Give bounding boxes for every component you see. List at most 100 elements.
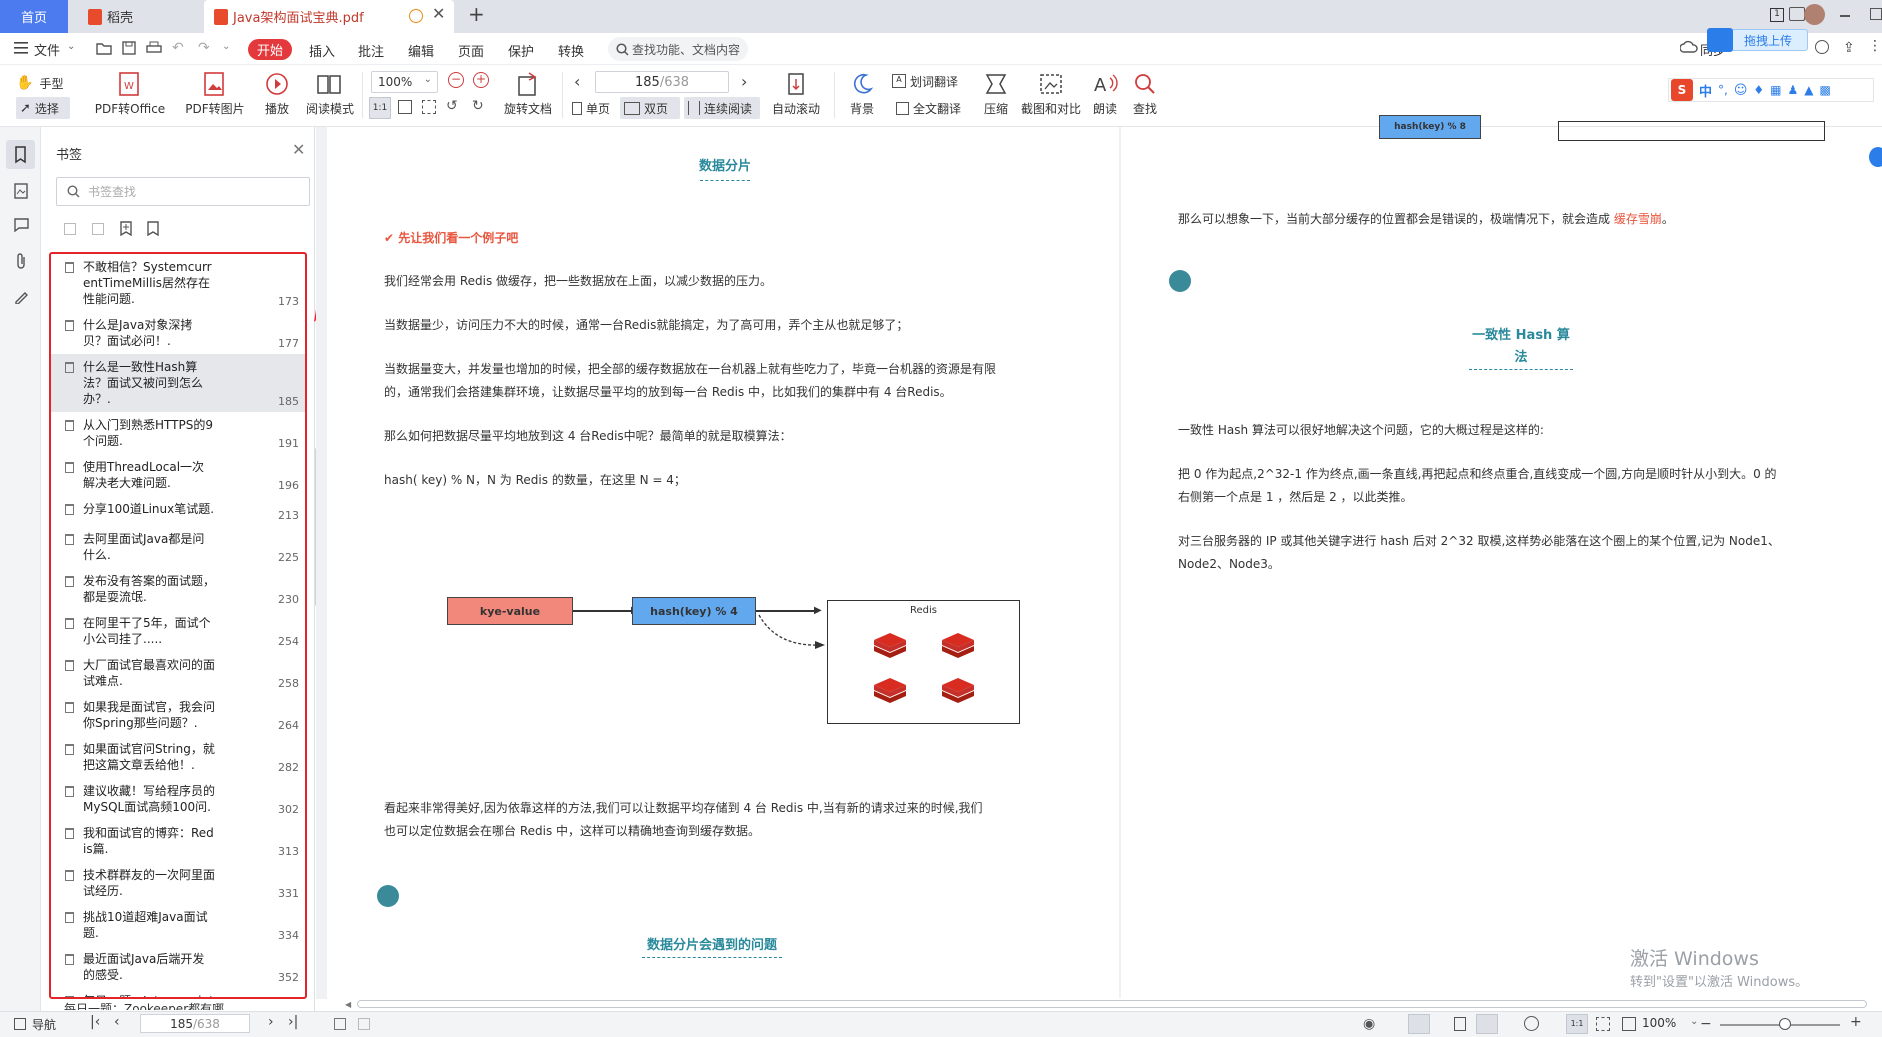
single-view-icon[interactable] xyxy=(1454,1017,1466,1031)
drag-upload-button[interactable]: 拖拽上传 xyxy=(1707,28,1808,52)
next-page-status-icon[interactable]: › xyxy=(268,1014,274,1030)
bookmark-item[interactable]: 每日一题：Integer、int的区别.358 xyxy=(51,988,305,997)
bookmark-item[interactable]: 不敢相信？SystemcurrentTimeMillis居然存在性能问题. 173 xyxy=(51,254,305,312)
more-chevron-icon[interactable]: ⌄ xyxy=(222,41,230,52)
play-button[interactable]: 播放 xyxy=(262,72,292,117)
new-tab-icon[interactable]: + xyxy=(468,2,485,26)
prev-page-icon[interactable]: ‹ xyxy=(574,72,580,91)
menu-annotate[interactable]: 批注 xyxy=(358,41,384,60)
last-page-icon[interactable]: ›| xyxy=(288,1014,298,1030)
avatar[interactable] xyxy=(1804,4,1825,25)
bookmark-item[interactable]: 去阿里面试Java都是问什么. 225 xyxy=(51,526,305,568)
continuous-view-icon[interactable] xyxy=(1408,1014,1430,1034)
play-status-icon[interactable] xyxy=(1524,1016,1539,1031)
attachment-icon[interactable] xyxy=(14,253,28,269)
zoom-out-icon[interactable]: − xyxy=(448,72,464,88)
ime-toolbar[interactable]: S 中 °, ☺ ♦ ▦ ♟ ▲ ▩ xyxy=(1668,78,1874,102)
chevron-down-icon[interactable]: ⌄ xyxy=(1690,1016,1698,1027)
status-page-input[interactable]: 185/638 xyxy=(140,1014,250,1033)
bookmark-item[interactable]: 发布没有答案的面试题，都是耍流氓. 230 xyxy=(51,568,305,610)
close-panel-icon[interactable]: ✕ xyxy=(292,140,305,159)
compress-button[interactable]: 压缩 xyxy=(980,72,1012,117)
bookmark-search-input[interactable]: 书签查找 xyxy=(56,177,310,206)
redo-icon[interactable]: ↷ xyxy=(198,40,210,56)
bookmark-item[interactable]: 大厂面试官最喜欢问的面试难点. 258 xyxy=(51,652,305,694)
double-page-button[interactable]: 双页 xyxy=(620,97,680,119)
status-zoom-value[interactable]: 100% xyxy=(1642,1016,1676,1030)
minimize-icon[interactable] xyxy=(1840,15,1850,17)
full-translate-button[interactable]: 全文翻译 xyxy=(896,97,966,119)
horizontal-scrollbar[interactable]: ◀ xyxy=(345,998,1882,1010)
add-bookmark-icon[interactable] xyxy=(120,221,132,236)
background-button[interactable]: 背景 xyxy=(844,72,880,117)
cloud-sync-icon[interactable] xyxy=(1680,40,1698,54)
back-icon[interactable] xyxy=(334,1018,346,1030)
hand-tool-button[interactable]: ✋ 手型 xyxy=(16,72,70,94)
menu-page[interactable]: 页面 xyxy=(458,41,484,60)
bookmark-panel-toggle[interactable] xyxy=(6,140,35,169)
actual-size-status-icon[interactable]: 1:1 xyxy=(1566,1014,1588,1034)
word-translate-button[interactable]: A 划词翻译 xyxy=(892,70,968,92)
bookmark-partial-item[interactable]: 每日一题：Zookeeper都有哪 xyxy=(64,1000,264,1010)
fit-page-icon[interactable] xyxy=(398,100,412,114)
close-tab-icon[interactable]: ✕ xyxy=(432,4,445,23)
tab-home[interactable]: 首页 xyxy=(0,0,68,33)
bookmark-item[interactable]: 从入门到熟悉HTTPS的9个问题. 191 xyxy=(51,412,305,454)
double-view-icon[interactable] xyxy=(1476,1014,1498,1034)
share-icon[interactable]: ⇪ xyxy=(1843,40,1855,56)
bookmark-item[interactable]: 什么是Java对象深拷贝？面试必问！. 177 xyxy=(51,312,305,354)
collapse-all-icon[interactable] xyxy=(92,223,104,235)
side-assistant-icon[interactable] xyxy=(1869,147,1882,167)
bookmark-item[interactable]: 最近面试Java后端开发的感受. 352 xyxy=(51,946,305,988)
rotate-left-icon[interactable]: ↺ xyxy=(446,98,458,114)
more-vertical-icon[interactable]: ⋮ xyxy=(1868,38,1882,54)
zoom-in-icon[interactable]: + xyxy=(473,72,489,88)
bookmark-item[interactable]: 我和面试官的博弈：Redis篇. 313 xyxy=(51,820,305,862)
pdf-to-office-button[interactable]: W PDF转Office xyxy=(90,72,170,117)
bookmark-item[interactable]: 什么是一致性Hash算法？面试又被问到怎么办？. 185 xyxy=(51,354,305,412)
open-folder-icon[interactable] xyxy=(96,41,112,55)
maximize-icon[interactable] xyxy=(1870,8,1882,20)
eye-protection-icon[interactable]: ◉ xyxy=(1363,1016,1375,1032)
actual-size-icon[interactable]: 1:1 xyxy=(369,97,391,119)
bookmark-item[interactable]: 建议收藏！写给程序员的MySQL面试高频100问. 302 xyxy=(51,778,305,820)
rotate-right-icon[interactable]: ↻ xyxy=(472,98,484,114)
prev-page-status-icon[interactable]: ‹ xyxy=(114,1014,120,1030)
bookmark-item[interactable]: 如果面试官问String，就把这篇文章丢给他！. 282 xyxy=(51,736,305,778)
delete-bookmark-icon[interactable] xyxy=(147,221,159,236)
zoom-out-status-icon[interactable]: − xyxy=(1700,1016,1712,1032)
zoom-select[interactable]: 100% ⌄ xyxy=(371,71,438,93)
zoom-slider-handle[interactable] xyxy=(1779,1018,1791,1030)
screenshot-compare-button[interactable]: 截图和对比 xyxy=(1021,72,1081,117)
file-menu[interactable]: 文件 xyxy=(34,40,60,59)
forward-icon[interactable] xyxy=(358,1018,370,1030)
undo-icon[interactable]: ↶ xyxy=(172,40,184,56)
nav-label[interactable]: 导航 xyxy=(32,1016,56,1033)
read-mode-button[interactable]: 阅读模式 xyxy=(304,72,356,117)
menu-start[interactable]: 开始 xyxy=(248,39,292,60)
menu-insert[interactable]: 插入 xyxy=(309,41,335,60)
bookmark-item[interactable]: 在阿里干了5年，面试个小公司挂了..... 254 xyxy=(51,610,305,652)
layout-icon[interactable] xyxy=(1789,7,1805,21)
warning-icon[interactable] xyxy=(409,9,423,23)
read-aloud-button[interactable]: A 朗读 xyxy=(1090,72,1120,117)
save-icon[interactable] xyxy=(122,41,136,55)
thumbnail-icon[interactable] xyxy=(14,183,28,199)
scroll-left-icon[interactable]: ◀ xyxy=(345,1000,353,1009)
fit-page-status-icon[interactable] xyxy=(1596,1017,1610,1031)
expand-all-icon[interactable] xyxy=(64,223,76,235)
signature-icon[interactable] xyxy=(14,289,29,304)
bookmark-item[interactable]: 使用ThreadLocal一次解决老大难问题. 196 xyxy=(51,454,305,496)
bookmark-item[interactable]: 挑战10道超难Java面试题. 334 xyxy=(51,904,305,946)
auto-scroll-button[interactable]: 自动滚动 xyxy=(766,72,826,117)
rotate-document-button[interactable]: 旋转文档 xyxy=(500,72,556,117)
bookmark-item[interactable]: 技术群群友的一次阿里面试经历. 331 xyxy=(51,862,305,904)
bookmark-item[interactable]: 分享100道Linux笔试题. 213 xyxy=(51,496,305,526)
hamburger-icon[interactable] xyxy=(14,42,28,54)
settings-gear-icon[interactable] xyxy=(1815,40,1829,54)
comment-icon[interactable] xyxy=(14,218,29,232)
select-tool-button[interactable]: ➚ 选择 xyxy=(16,97,70,119)
menu-edit[interactable]: 编辑 xyxy=(408,41,434,60)
page-number-input[interactable]: 185/638 xyxy=(595,71,729,93)
bookmark-item[interactable]: 如果我是面试官，我会问你Spring那些问题？. 264 xyxy=(51,694,305,736)
